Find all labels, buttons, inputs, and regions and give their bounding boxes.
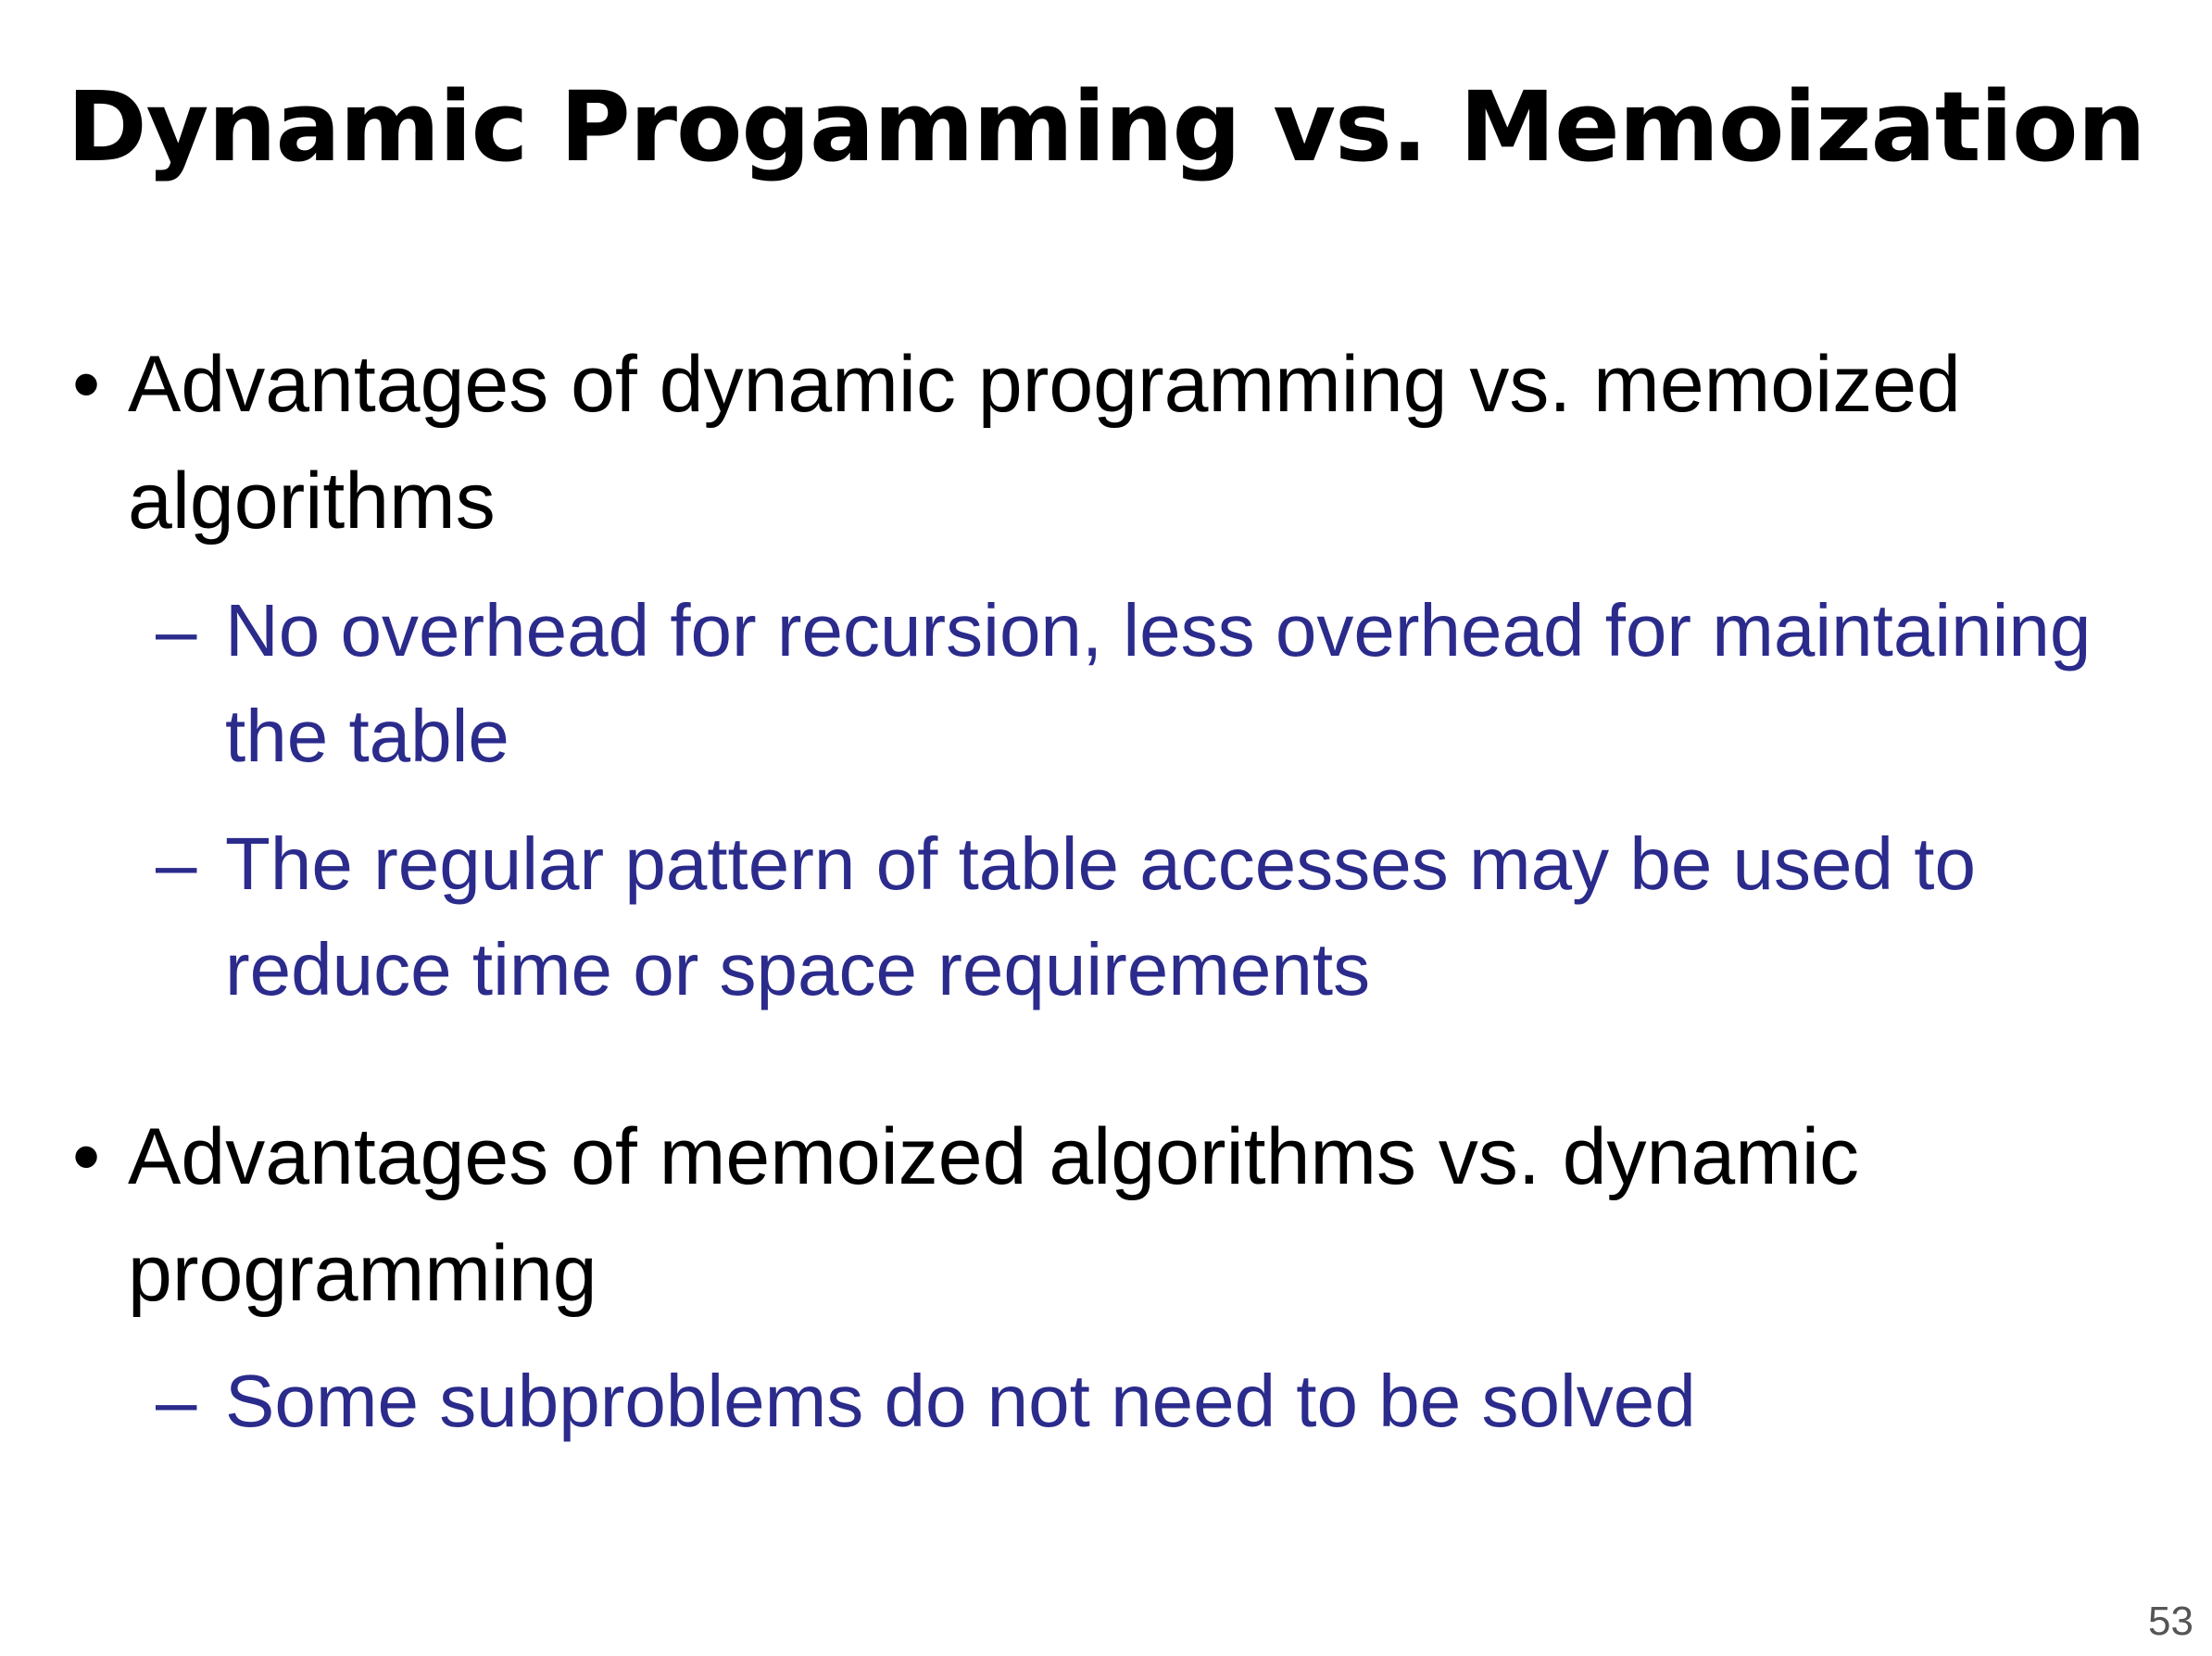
sub-item-text: Some subproblems do not need to be solve… xyxy=(225,1360,1696,1442)
dash-marker: – xyxy=(156,1360,197,1442)
bullet-marker: • xyxy=(72,340,101,429)
bullet-text: Advantages of memoized algorithms vs. dy… xyxy=(128,1112,1859,1318)
slide: Dynamic Progamming vs. Memoization • Adv… xyxy=(0,0,2212,1656)
dash-marker: – xyxy=(156,822,197,905)
bullet-text: Advantages of dynamic programming vs. me… xyxy=(128,340,1961,546)
bullet-item: • Advantages of dynamic programming vs. … xyxy=(72,326,2147,559)
sub-item: – No overhead for recursion, less overhe… xyxy=(156,578,2175,789)
sub-item: – The regular pattern of table accesses … xyxy=(156,811,2175,1022)
bullet-marker: • xyxy=(72,1112,101,1201)
bullet-item: • Advantages of memoized algorithms vs. … xyxy=(72,1098,2147,1332)
dash-marker: – xyxy=(156,589,197,671)
sub-item-text: The regular pattern of table accesses ma… xyxy=(225,822,1976,1010)
slide-title: Dynamic Progamming vs. Memoization xyxy=(67,70,2145,183)
sub-item: – Some subproblems do not need to be sol… xyxy=(156,1349,2175,1454)
page-number: 53 xyxy=(2148,1599,2193,1644)
sub-item-text: No overhead for recursion, less overhead… xyxy=(225,589,2092,777)
